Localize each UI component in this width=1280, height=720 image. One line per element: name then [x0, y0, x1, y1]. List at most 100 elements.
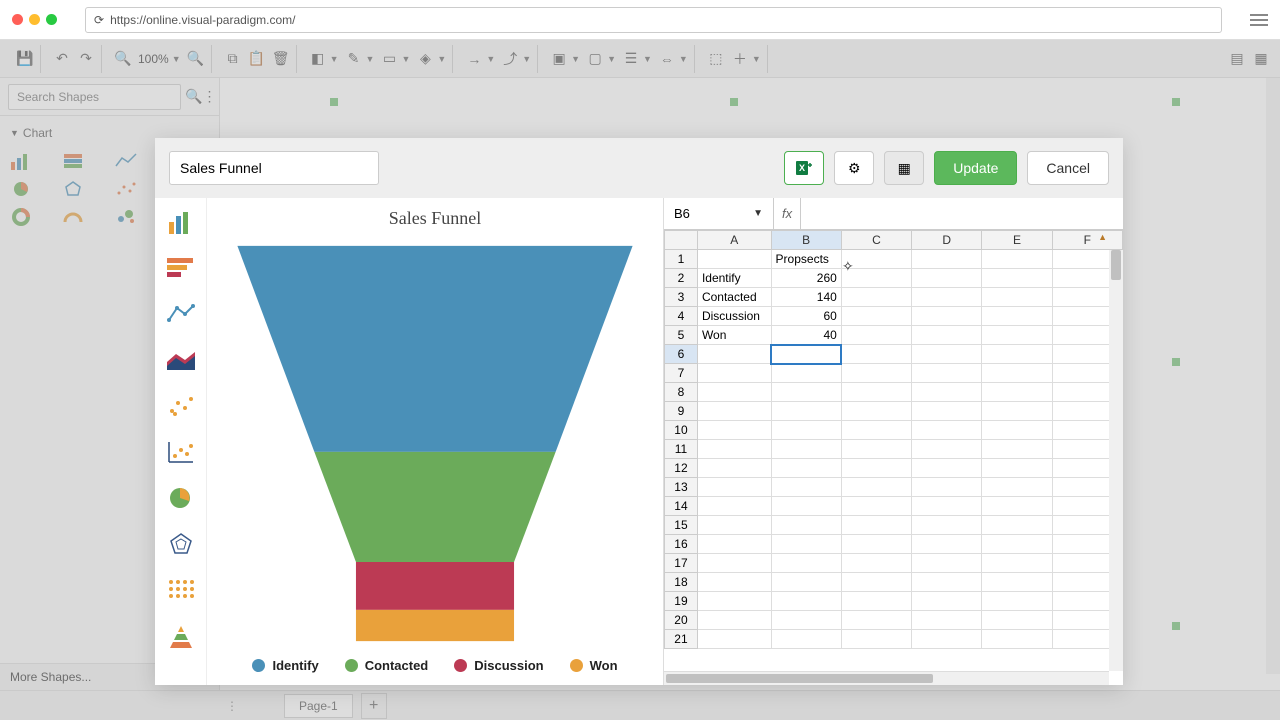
- cell[interactable]: [697, 554, 771, 573]
- row-header[interactable]: 17: [665, 554, 698, 573]
- cell[interactable]: [912, 250, 982, 269]
- type-heatmap-icon[interactable]: [165, 576, 197, 604]
- cell[interactable]: [697, 611, 771, 630]
- undo-icon[interactable]: ↶: [53, 50, 71, 68]
- cell[interactable]: [697, 630, 771, 649]
- cell[interactable]: [771, 630, 841, 649]
- type-pie-icon[interactable]: [165, 484, 197, 512]
- sheet-scroll-v[interactable]: [1109, 250, 1123, 671]
- cell[interactable]: [771, 383, 841, 402]
- cell[interactable]: [841, 421, 911, 440]
- cell[interactable]: [841, 269, 911, 288]
- cell[interactable]: [771, 478, 841, 497]
- cell[interactable]: [841, 573, 911, 592]
- cell[interactable]: [982, 383, 1052, 402]
- cell[interactable]: [982, 288, 1052, 307]
- cell[interactable]: [841, 478, 911, 497]
- select-icon[interactable]: ⬚: [707, 50, 725, 68]
- cell[interactable]: [912, 402, 982, 421]
- cell[interactable]: [912, 269, 982, 288]
- cell[interactable]: [771, 554, 841, 573]
- cell[interactable]: [912, 326, 982, 345]
- redo-icon[interactable]: ↷: [77, 50, 95, 68]
- cell[interactable]: [697, 592, 771, 611]
- zoom-out-icon[interactable]: 🔍: [114, 50, 132, 68]
- gauge-chart-icon[interactable]: [62, 208, 84, 226]
- cell[interactable]: Contacted: [697, 288, 771, 307]
- resize-handle[interactable]: [330, 98, 338, 106]
- more-icon[interactable]: ⋮: [202, 88, 216, 106]
- cell[interactable]: [982, 497, 1052, 516]
- cell[interactable]: [982, 592, 1052, 611]
- cell[interactable]: 260: [771, 269, 841, 288]
- cell[interactable]: [982, 554, 1052, 573]
- paste-icon[interactable]: 📋: [248, 50, 266, 68]
- cell[interactable]: Won: [697, 326, 771, 345]
- row-header[interactable]: 9: [665, 402, 698, 421]
- cell[interactable]: [841, 592, 911, 611]
- column-header[interactable]: E: [982, 231, 1052, 250]
- row-header[interactable]: 16: [665, 535, 698, 554]
- add-page-button[interactable]: +: [361, 693, 387, 719]
- stacked-bar-icon[interactable]: [62, 152, 84, 170]
- cell[interactable]: [841, 497, 911, 516]
- cell[interactable]: [771, 364, 841, 383]
- cell[interactable]: [771, 345, 841, 364]
- resize-handle[interactable]: [1172, 622, 1180, 630]
- row-header[interactable]: 13: [665, 478, 698, 497]
- copy-icon[interactable]: ⧉: [224, 50, 242, 68]
- cell[interactable]: [841, 288, 911, 307]
- cell[interactable]: [697, 459, 771, 478]
- row-header[interactable]: 15: [665, 516, 698, 535]
- cell[interactable]: [697, 421, 771, 440]
- cell[interactable]: [912, 573, 982, 592]
- cell[interactable]: [771, 592, 841, 611]
- row-header[interactable]: 18: [665, 573, 698, 592]
- radar-chart-icon[interactable]: [62, 180, 84, 198]
- column-header[interactable]: B: [771, 231, 841, 250]
- row-header[interactable]: 1: [665, 250, 698, 269]
- cell[interactable]: [841, 535, 911, 554]
- row-header[interactable]: 12: [665, 459, 698, 478]
- resize-handle[interactable]: [1172, 358, 1180, 366]
- type-radar-icon[interactable]: [165, 530, 197, 558]
- cell[interactable]: [912, 497, 982, 516]
- cell[interactable]: [982, 573, 1052, 592]
- cell[interactable]: [841, 516, 911, 535]
- cell[interactable]: [912, 535, 982, 554]
- cell[interactable]: [912, 421, 982, 440]
- cell[interactable]: [841, 554, 911, 573]
- cell[interactable]: [771, 573, 841, 592]
- cell[interactable]: [841, 611, 911, 630]
- type-column-icon[interactable]: [165, 208, 197, 236]
- cell[interactable]: [982, 345, 1052, 364]
- zoom-in-icon[interactable]: 🔍: [187, 50, 205, 68]
- export-excel-button[interactable]: X: [784, 151, 824, 185]
- scatter-chart-icon[interactable]: [115, 180, 137, 198]
- column-header[interactable]: C: [841, 231, 911, 250]
- back-icon[interactable]: ▢: [586, 50, 604, 68]
- row-header[interactable]: 20: [665, 611, 698, 630]
- style-icon[interactable]: ◈: [416, 50, 434, 68]
- cell[interactable]: [771, 421, 841, 440]
- layout1-icon[interactable]: ▤: [1228, 50, 1246, 68]
- minimize-window[interactable]: [29, 14, 40, 25]
- grid-toggle-button[interactable]: ▦: [884, 151, 924, 185]
- pie-chart-icon[interactable]: [10, 180, 32, 198]
- reload-icon[interactable]: ⟳: [94, 13, 104, 27]
- cell[interactable]: [982, 630, 1052, 649]
- cell[interactable]: [912, 478, 982, 497]
- bubble-chart-icon[interactable]: [115, 208, 137, 226]
- maximize-window[interactable]: [46, 14, 57, 25]
- type-area-icon[interactable]: [165, 346, 197, 374]
- cell[interactable]: [912, 288, 982, 307]
- row-header[interactable]: 7: [665, 364, 698, 383]
- cell[interactable]: [697, 402, 771, 421]
- align-icon[interactable]: ☰: [622, 50, 640, 68]
- cell[interactable]: [982, 459, 1052, 478]
- column-header[interactable]: D: [912, 231, 982, 250]
- cell[interactable]: [841, 459, 911, 478]
- cell[interactable]: [697, 440, 771, 459]
- row-header[interactable]: 3: [665, 288, 698, 307]
- row-header[interactable]: 5: [665, 326, 698, 345]
